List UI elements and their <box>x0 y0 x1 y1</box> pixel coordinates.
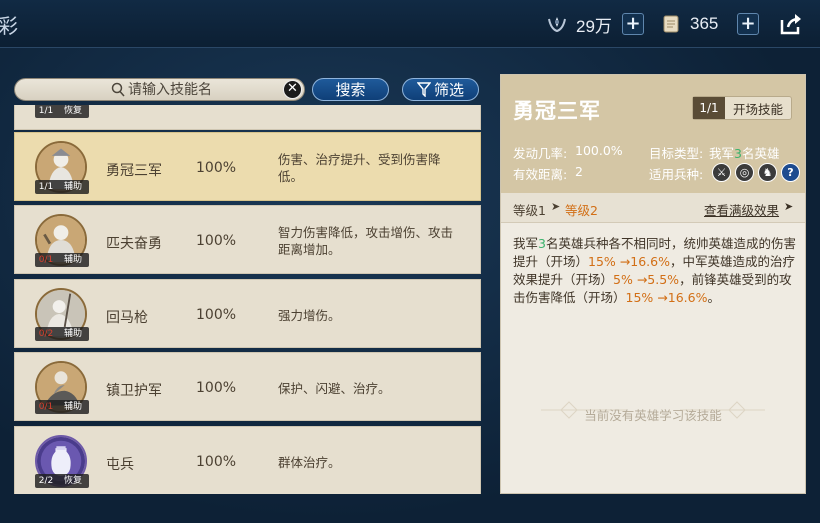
filter-button-label: 筛选 <box>433 80 464 99</box>
skill-type: 辅助 <box>63 182 82 192</box>
target-label: 目标类型: <box>649 146 704 161</box>
skill-desc: 强力增伤。 <box>278 308 341 323</box>
skill-desc: 群体治疗。 <box>278 455 341 470</box>
skill-tag-fraction: 1/1 <box>693 97 725 119</box>
top-bar: 彩 29万 + 365 + <box>0 0 820 48</box>
skill-count-badge: 1/1 辅助 <box>35 180 89 194</box>
title-fragment: 彩 <box>0 14 18 38</box>
skill-type: 辅助 <box>63 329 82 339</box>
skill-name: 匹夫奋勇 <box>106 236 162 252</box>
full-level-link[interactable]: 查看满级效果 <box>704 200 779 219</box>
skill-tag-name: 开场技能 <box>732 101 783 117</box>
skill-count-badge: 0/1 辅助 <box>35 400 89 414</box>
search-icon <box>111 82 125 101</box>
search-box: ✕ <box>14 78 305 101</box>
skill-rate: 100% <box>196 307 237 323</box>
level-2[interactable]: 等级2 <box>565 200 598 219</box>
scroll-icon <box>660 13 682 35</box>
list-item[interactable]: 1/1 恢复 <box>14 105 481 130</box>
skill-count: 2/2 <box>38 476 54 486</box>
skill-description: 我军3名英雄兵种各不相同时，统帅英雄造成的伤害提升（开场）15% →16.6%，… <box>513 236 796 305</box>
skill-desc: 保护、闪避、治疗。 <box>278 381 391 396</box>
skill-rate: 100% <box>196 233 237 249</box>
list-item[interactable]: 0/2 辅助 回马枪 100% 强力增伤。 <box>14 279 481 348</box>
horse-icon: ♞ <box>758 163 777 182</box>
troop-label: 适用兵种: <box>649 167 704 182</box>
list-item[interactable]: 2/2 恢复 屯兵 100% 群体治疗。 <box>14 426 481 494</box>
filter-icon <box>416 82 431 97</box>
trigger-value: 100.0% <box>575 143 623 158</box>
bow-icon: ◎ <box>735 163 754 182</box>
skill-count: 0/1 <box>38 255 54 265</box>
skill-desc: 智力伤害降低，攻击增伤、攻击距离增加。 <box>278 225 454 257</box>
trigger-label: 发动几率: <box>513 146 568 161</box>
skill-count: 1/1 <box>38 182 54 192</box>
filter-button[interactable]: 筛选 <box>402 78 479 101</box>
resource-value: 365 <box>690 14 719 33</box>
list-item[interactable]: 0/1 辅助 匹夫奋勇 100% 智力伤害降低，攻击增伤、攻击距离增加。 <box>14 205 481 274</box>
range-label: 有效距离: <box>513 167 568 182</box>
resource-value: 29万 <box>576 16 612 36</box>
detail-title: 勇冠三军 <box>513 99 601 123</box>
resource-scroll: 365 <box>660 11 718 37</box>
skill-count: 1/1 <box>38 106 54 116</box>
skill-tag: 1/1 开场技能 <box>692 96 792 120</box>
skill-type: 辅助 <box>63 255 82 265</box>
skill-desc: 伤害、治疗提升、受到伤害降低。 <box>278 152 441 184</box>
skill-name: 屯兵 <box>106 457 134 473</box>
skill-rate: 100% <box>196 380 237 396</box>
skill-list: 1/1 恢复 1/1 辅助 勇冠三军 100% 伤害、治疗提升、受到伤害降低。 <box>14 105 481 494</box>
question-icon: ? <box>781 163 800 182</box>
skill-count-badge: 0/1 辅助 <box>35 253 89 267</box>
detail-header: 勇冠三军 1/1 开场技能 发动几率: 100.0% 目标类型: 我军3名英雄 … <box>501 75 805 193</box>
skill-count: 0/1 <box>38 402 54 412</box>
clear-search-button[interactable]: ✕ <box>283 80 302 99</box>
skill-detail-panel: 勇冠三军 1/1 开场技能 发动几率: 100.0% 目标类型: 我军3名英雄 … <box>500 74 806 494</box>
skill-name: 回马枪 <box>106 310 148 326</box>
skill-name: 镇卫护军 <box>106 383 162 399</box>
level-1[interactable]: 等级1 <box>513 200 546 219</box>
add-scroll-button[interactable]: + <box>737 13 759 35</box>
sword-icon: ⚔ <box>712 163 731 182</box>
list-item[interactable]: 1/1 辅助 勇冠三军 100% 伤害、治疗提升、受到伤害降低。 <box>14 132 481 201</box>
target-value: 我军3名英雄 <box>709 146 780 161</box>
resource-merit: 29万 <box>546 11 612 37</box>
skill-type: 恢复 <box>63 106 82 116</box>
search-button-label: 搜索 <box>335 80 366 99</box>
skill-name: 勇冠三军 <box>106 163 162 179</box>
empty-state-text: 当前没有英雄学习该技能 <box>584 408 722 423</box>
skill-type: 辅助 <box>63 402 82 412</box>
add-merit-button[interactable]: + <box>622 13 644 35</box>
arrow-right-icon: ➤ <box>784 200 794 213</box>
level-bar: 等级1 ➤ 等级2 查看满级效果 ➤ <box>501 193 805 223</box>
search-input[interactable] <box>128 80 278 99</box>
range-value: 2 <box>575 164 583 179</box>
skill-rate: 100% <box>196 160 237 176</box>
skill-type: 恢复 <box>63 476 82 486</box>
laurel-crest-icon <box>546 13 568 35</box>
skill-count-badge: 1/1 恢复 <box>35 105 89 118</box>
share-icon[interactable] <box>778 12 804 36</box>
arrow-right-icon: ➤ <box>551 200 561 213</box>
skill-count-badge: 0/2 辅助 <box>35 327 89 341</box>
list-item[interactable]: 0/1 辅助 镇卫护军 100% 保护、闪避、治疗。 <box>14 352 481 421</box>
skill-count: 0/2 <box>38 329 54 339</box>
skill-rate: 100% <box>196 454 237 470</box>
skill-count-badge: 2/2 恢复 <box>35 474 89 488</box>
search-button[interactable]: 搜索 <box>312 78 389 101</box>
